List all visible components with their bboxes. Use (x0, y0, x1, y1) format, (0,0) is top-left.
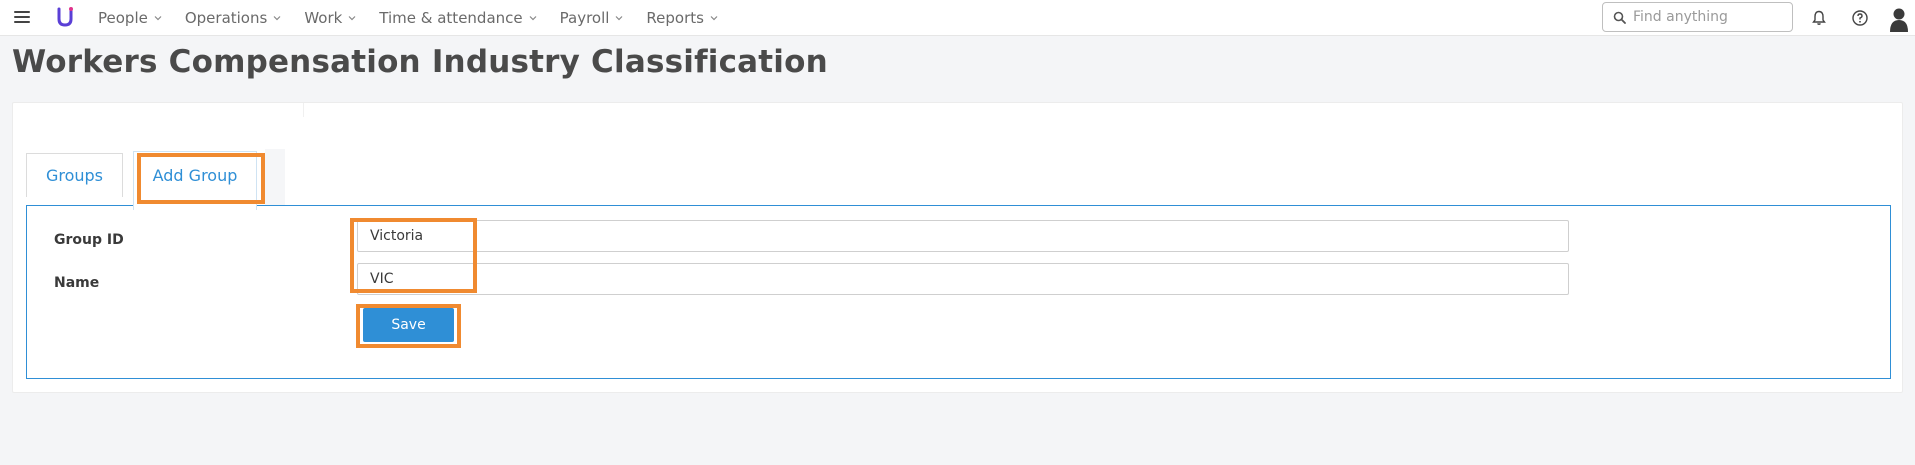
chevron-down-icon (273, 16, 281, 21)
nav-item-reports[interactable]: Reports (646, 9, 718, 27)
nav-item-label: Operations (184, 9, 268, 27)
tab-groups[interactable]: Groups (26, 153, 123, 197)
save-button[interactable]: Save (363, 308, 454, 342)
nav-item-operations[interactable]: Operations (185, 9, 281, 27)
nav-item-work[interactable]: Work (304, 9, 356, 27)
divider (303, 103, 343, 117)
nav-item-payroll[interactable]: Payroll (560, 9, 624, 27)
main-nav: People Operations Work Time & attendance… (98, 0, 741, 36)
chevron-down-icon (348, 16, 356, 21)
search-icon (1613, 11, 1626, 24)
global-search[interactable] (1602, 2, 1793, 32)
chevron-down-icon (710, 16, 718, 21)
search-input[interactable] (1633, 9, 1783, 25)
help-icon[interactable] (1851, 9, 1869, 27)
chevron-down-icon (529, 16, 537, 21)
nav-item-label: Time & attendance (379, 9, 523, 27)
tab-label: Add Group (152, 166, 238, 185)
tab-label: Groups (45, 166, 104, 185)
name-label: Name (54, 275, 100, 291)
chevron-down-icon (154, 16, 162, 21)
group-id-label: Group ID (54, 232, 124, 248)
logo-icon[interactable] (54, 6, 76, 28)
group-id-field[interactable] (357, 220, 1569, 252)
name-field[interactable] (357, 263, 1569, 295)
nav-item-label: Work (304, 9, 343, 27)
page-title: Workers Compensation Industry Classifica… (12, 44, 828, 80)
top-navbar: People Operations Work Time & attendance… (0, 0, 1915, 36)
bell-icon[interactable] (1810, 9, 1828, 27)
nav-item-label: Reports (646, 9, 704, 27)
tab-background (265, 149, 285, 205)
hamburger-menu-icon[interactable] (14, 11, 30, 25)
nav-item-time-attendance[interactable]: Time & attendance (379, 9, 537, 27)
add-group-form: Group ID Name Save (26, 205, 1891, 379)
nav-item-label: People (98, 9, 148, 27)
nav-item-people[interactable]: People (98, 9, 162, 27)
content-card: Groups Add Group Group ID Name Save (12, 102, 1903, 393)
tab-add-group[interactable]: Add Group (133, 151, 257, 210)
user-avatar-icon[interactable] (1888, 6, 1910, 32)
nav-item-label: Payroll (559, 9, 610, 27)
chevron-down-icon (615, 16, 623, 21)
